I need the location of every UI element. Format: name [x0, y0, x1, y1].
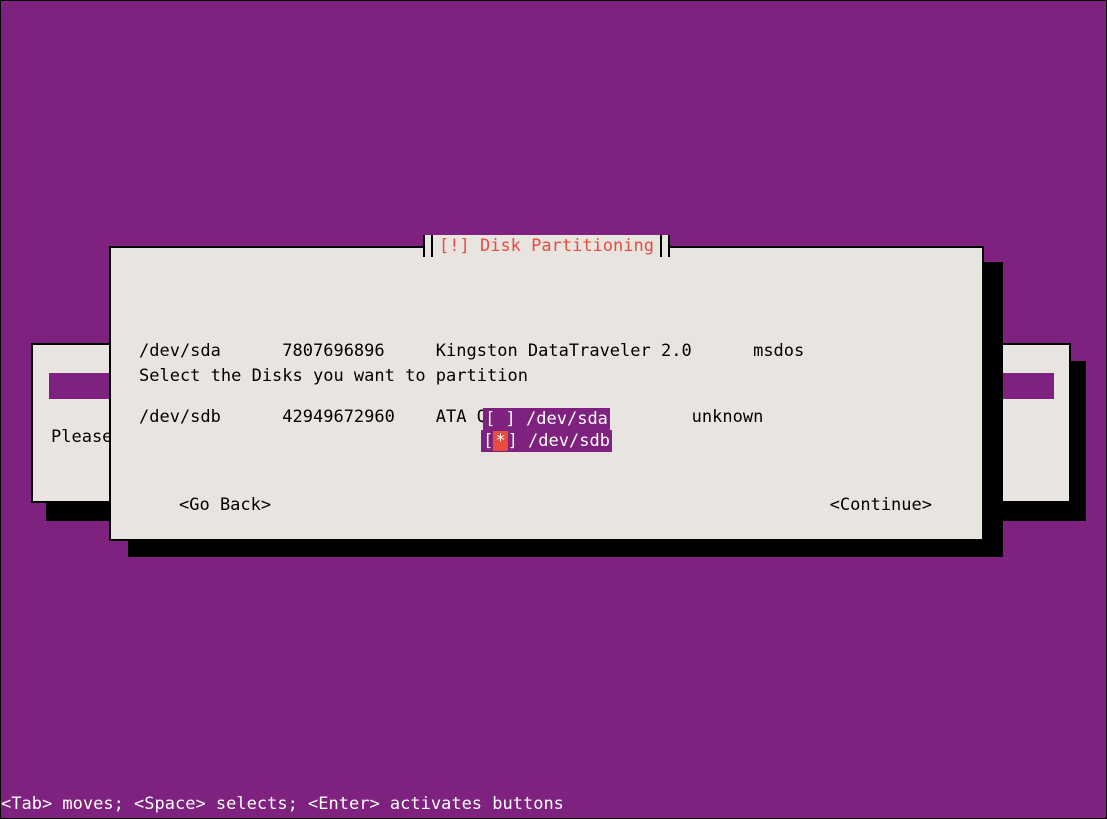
- back-please-text: Please: [51, 427, 112, 447]
- disk-partitioning-dialog: [!] Disk Partitioning /dev/sda 780769689…: [109, 246, 984, 541]
- title-border-right: [660, 235, 670, 257]
- disk-checkbox-sdb[interactable]: [*] /dev/sdb: [481, 430, 612, 452]
- continue-button[interactable]: <Continue>: [830, 495, 932, 515]
- disk-row: /dev/sda 7807696896 Kingston DataTravele…: [139, 340, 804, 362]
- prompt-text: Select the Disks you want to partition: [139, 366, 528, 386]
- footer-help: <Tab> moves; <Space> selects; <Enter> ac…: [1, 794, 564, 814]
- go-back-button[interactable]: <Go Back>: [179, 495, 271, 515]
- dialog-title-wrap: [!] Disk Partitioning: [111, 236, 982, 263]
- dialog-title: [!] Disk Partitioning: [433, 236, 660, 256]
- title-border-left: [423, 235, 433, 257]
- disk-checklist: [ ] /dev/sda [*] /dev/sdb: [111, 408, 982, 452]
- disk-checkbox-sda[interactable]: [ ] /dev/sda: [483, 408, 610, 430]
- checkbox-star-icon: *: [493, 431, 507, 451]
